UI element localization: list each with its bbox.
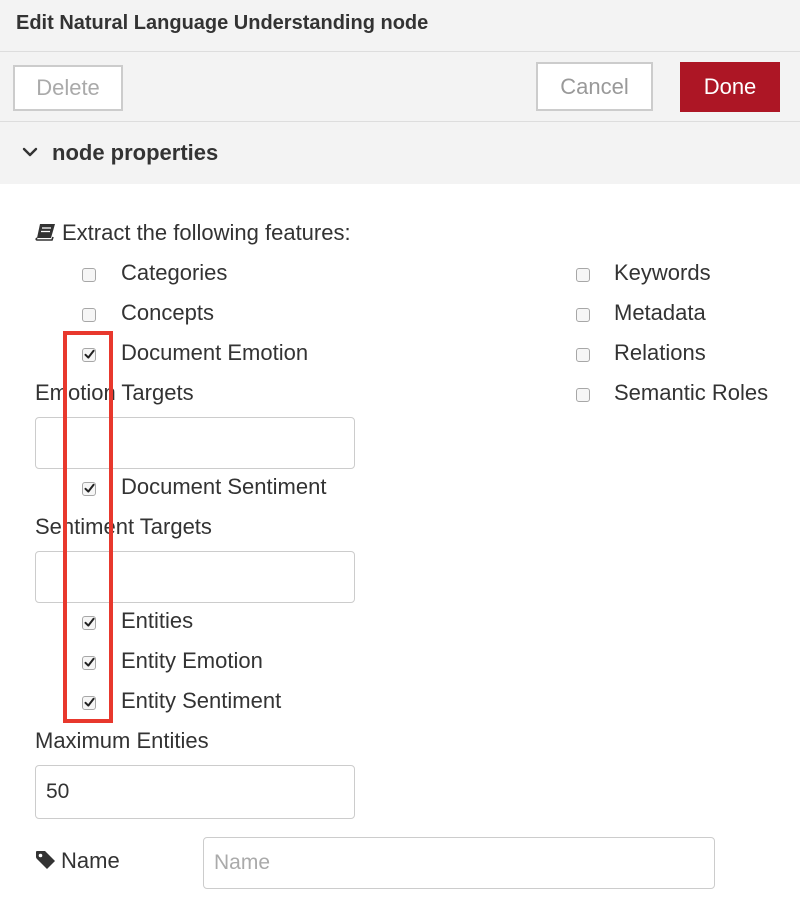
done-button[interactable]: Done: [680, 62, 780, 112]
document-emotion-checkbox[interactable]: [82, 348, 96, 362]
entity-emotion-checkbox[interactable]: [82, 656, 96, 670]
checkmark-icon: [84, 349, 95, 359]
document-sentiment-checkbox[interactable]: [82, 482, 96, 496]
checkmark-icon: [84, 657, 95, 667]
features-heading: Extract the following features:: [62, 220, 351, 245]
cancel-button[interactable]: Cancel: [536, 62, 653, 111]
checkmark-icon: [84, 697, 95, 707]
checkmark-icon: [84, 483, 95, 493]
concepts-checkbox[interactable]: [82, 308, 96, 322]
entity-emotion-label: Entity Emotion: [121, 648, 263, 673]
document-emotion-label: Document Emotion: [121, 340, 309, 365]
entity-sentiment-label: Entity Sentiment: [121, 688, 282, 713]
keywords-checkbox[interactable]: [576, 268, 590, 282]
concepts-label: Concepts: [121, 300, 214, 325]
document-sentiment-label: Document Sentiment: [121, 474, 327, 499]
section-title: node properties: [52, 140, 219, 165]
sentiment-targets-input[interactable]: [35, 551, 355, 603]
entities-checkbox[interactable]: [82, 616, 96, 630]
chevron-down-icon[interactable]: [20, 142, 40, 162]
keywords-label: Keywords: [614, 260, 711, 285]
metadata-label: Metadata: [614, 300, 706, 325]
maximum-entities-input[interactable]: [35, 765, 355, 819]
checkmark-icon: [84, 617, 95, 627]
name-input[interactable]: [203, 837, 715, 889]
dialog-title: Edit Natural Language Understanding node: [16, 12, 429, 34]
relations-checkbox[interactable]: [576, 348, 590, 362]
relations-label: Relations: [614, 340, 706, 365]
maximum-entities-label: Maximum Entities: [35, 728, 209, 753]
tag-icon: [36, 851, 55, 869]
metadata-checkbox[interactable]: [576, 308, 590, 322]
categories-checkbox[interactable]: [82, 268, 96, 282]
entities-label: Entities: [121, 608, 194, 633]
categories-label: Categories: [121, 260, 228, 285]
sentiment-targets-label: Sentiment Targets: [35, 514, 212, 539]
semantic-roles-checkbox[interactable]: [576, 388, 590, 402]
emotion-targets-label: Emotion Targets: [35, 380, 194, 405]
delete-button[interactable]: Delete: [13, 65, 123, 111]
entity-sentiment-checkbox[interactable]: [82, 696, 96, 710]
emotion-targets-input[interactable]: [35, 417, 355, 469]
name-label: Name: [61, 848, 120, 873]
book-icon: [35, 224, 55, 241]
semantic-roles-label: Semantic Roles: [614, 380, 769, 405]
